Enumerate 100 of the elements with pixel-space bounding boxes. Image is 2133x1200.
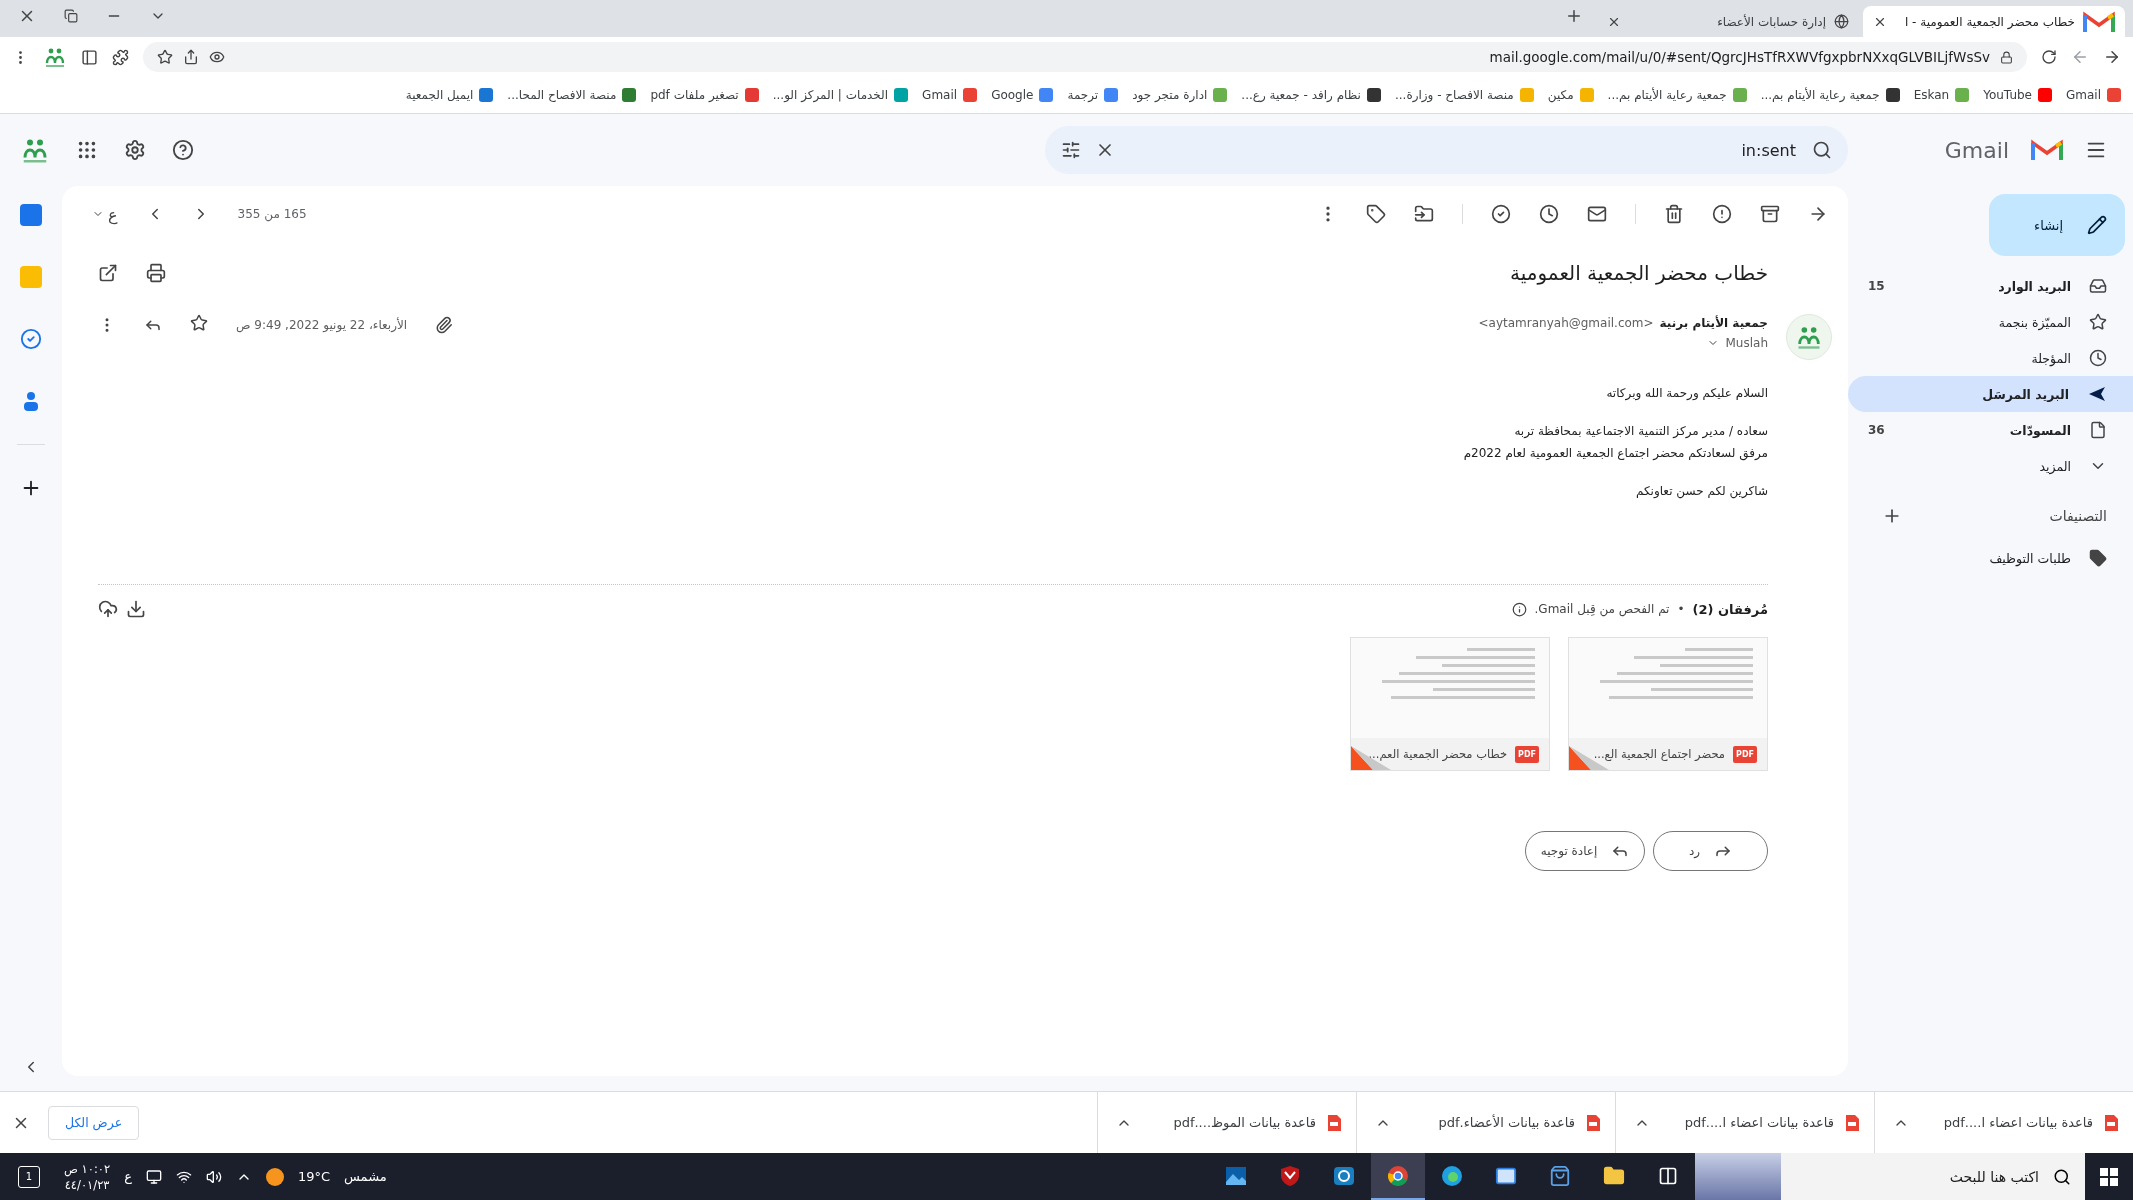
filter-icon[interactable] <box>1061 140 1081 160</box>
compose-button[interactable]: إنشاء <box>1989 194 2125 256</box>
info-icon[interactable] <box>1511 601 1527 617</box>
apps-grid-icon[interactable] <box>76 139 98 161</box>
bookmark[interactable]: منصة الافصاح - وزارة... <box>1394 88 1534 102</box>
temperature: 19°C <box>297 1169 331 1184</box>
print-icon[interactable] <box>146 263 166 283</box>
m-logo-icon <box>2083 9 2115 34</box>
label-item[interactable]: طلبات التوظيف <box>1848 540 2133 576</box>
scan-note: تم الفحص من قِبل Gmail. <box>1534 602 1670 616</box>
product-name: Gmail <box>1944 137 2009 163</box>
clock-icon[interactable] <box>1539 204 1559 224</box>
mail-icon[interactable] <box>1587 204 1607 224</box>
bookmark[interactable]: نظام رافد - جمعية رع... <box>1241 88 1381 102</box>
search-bar[interactable]: in:sent <box>1045 126 1848 174</box>
pager-text: 165 من 355 <box>237 207 307 221</box>
bookmark[interactable]: ترجمة <box>1067 88 1119 102</box>
bookmark[interactable]: تصغير ملفات pdf <box>650 88 759 102</box>
restore-icon[interactable] <box>64 8 78 23</box>
bookmark[interactable]: ايميل الجمعية <box>405 88 494 102</box>
star-icon[interactable] <box>190 314 208 332</box>
body-text: السلام عليكم ورحمة الله وبركاته <box>1605 386 1768 400</box>
body-text: سعاده / مدير مركز التنمية الاجتماعية بمحافظة تربه <box>1513 424 1768 438</box>
move-icon[interactable] <box>1414 204 1434 224</box>
favicon-icon <box>622 88 637 102</box>
favicon-icon <box>1732 88 1747 102</box>
bookmark[interactable]: Google <box>991 88 1054 102</box>
eye-icon[interactable] <box>209 49 225 65</box>
bookmark[interactable]: YouTube <box>1983 88 2052 102</box>
taskbar-search-field[interactable]: اكتب هنا للبحث <box>1793 1167 2041 1186</box>
notification-button[interactable]: 1 <box>18 1165 40 1188</box>
back-icon[interactable] <box>2103 48 2121 66</box>
reload-icon[interactable] <box>2041 49 2057 65</box>
nav-item[interactable]: المميّزة بنجمة <box>1848 304 2133 340</box>
search-icon[interactable] <box>1812 140 1832 160</box>
favicon-icon <box>1104 88 1119 102</box>
shopping-bag-icon[interactable] <box>1549 1164 1571 1187</box>
favicon-icon <box>479 88 494 102</box>
address-bar[interactable]: mail.google.com/mail/u/0/#sent/QgrcJHsTfRXWVfgxpbrNXxqGLVBILjfWsSv <box>143 42 2027 72</box>
pdf-file-icon <box>2103 1113 2119 1132</box>
volume-icon[interactable] <box>205 1168 222 1185</box>
bookmark[interactable]: جمعية رعاية الأيتام بم... <box>1607 88 1747 102</box>
taskbar-search-bar[interactable]: اكتب هنا للبحث <box>1695 1153 2085 1200</box>
search-icon <box>2053 1167 2071 1186</box>
delete-icon[interactable] <box>1664 204 1684 224</box>
bookmark[interactable]: الخدمات | المركز الو... <box>772 88 909 102</box>
show-all-button[interactable]: عرض الكل <box>48 1105 140 1140</box>
add-task-icon[interactable] <box>1491 204 1511 224</box>
browser-tab[interactable]: خطاب محضر الجمعية العمومية - ا <box>1863 6 2125 37</box>
bookmark[interactable]: Gmail <box>2066 88 2121 102</box>
spam-icon[interactable] <box>1712 204 1732 224</box>
search-field[interactable]: in:sent <box>1129 139 1798 161</box>
shield-icon[interactable] <box>1278 1163 1302 1188</box>
bookmark[interactable]: جمعية رعاية الأيتام بم... <box>1760 88 1900 102</box>
help-icon[interactable] <box>172 139 194 161</box>
bookmark[interactable]: مكين <box>1547 88 1594 102</box>
bookmark[interactable]: ادارة متجر جود <box>1132 88 1228 102</box>
bookmark[interactable]: Eskan <box>1913 88 1970 102</box>
forward-icon[interactable] <box>2071 48 2089 66</box>
nav-item[interactable]: البريد المرسَل <box>1848 376 2133 412</box>
recipient: Muslah <box>1725 336 1768 350</box>
reply-button[interactable]: رد <box>1653 831 1768 871</box>
globe-icon <box>1834 14 1849 29</box>
browser-tab[interactable]: إدارة حسابات الأعضاء <box>1597 6 1859 37</box>
sender-name: جمعية الأيتام برنية <box>1659 316 1768 330</box>
favicon-icon <box>1039 88 1054 102</box>
body-text: شاكرين لكم حسن تعاونكم <box>1634 484 1768 498</box>
nav-item[interactable]: المؤجلة <box>1848 340 2133 376</box>
star-icon[interactable] <box>157 49 173 65</box>
paperclip-icon <box>435 316 454 334</box>
m-logo-icon <box>2031 138 2063 162</box>
download-icon[interactable] <box>126 599 146 619</box>
settings-icon[interactable] <box>124 139 146 161</box>
folder-icon[interactable] <box>1603 1164 1625 1187</box>
forward-button[interactable]: إعادة توجيه <box>1525 831 1645 871</box>
bookmark[interactable]: Gmail <box>922 88 978 102</box>
archive-icon[interactable] <box>1760 204 1780 224</box>
message-subject: خطاب محضر الجمعية العمومية <box>1509 261 1768 285</box>
nav-item[interactable]: المزيد <box>1848 448 2133 484</box>
extensions-icon[interactable] <box>112 48 129 66</box>
label-icon[interactable] <box>1366 204 1386 224</box>
lock-icon <box>2000 50 2013 64</box>
favicon-icon <box>2107 88 2121 102</box>
clock-time: ١٠:٠٢ ص <box>64 1161 111 1176</box>
file-type-badge: PDF <box>1733 745 1757 763</box>
file-icon <box>2089 421 2107 439</box>
bookmark[interactable]: منصة الافصاح المحا... <box>507 88 637 102</box>
contacts-icon[interactable] <box>21 390 41 412</box>
clock-icon <box>2089 349 2107 367</box>
body-text: مرفق لسعادتكم محضر اجتماع الجمعية العمومية لعام 2022م <box>1462 446 1768 460</box>
task-view-icon[interactable] <box>1658 1165 1678 1186</box>
share-icon[interactable] <box>183 49 199 65</box>
tasks-icon[interactable] <box>20 328 42 350</box>
side-panel-icon[interactable] <box>81 48 98 66</box>
favicon-icon <box>1213 88 1228 102</box>
add-to-drive-icon[interactable] <box>98 599 118 619</box>
favicon-icon <box>894 88 909 102</box>
input-tool-button[interactable]: ع <box>92 204 118 224</box>
language-indicator[interactable]: ع <box>124 1169 132 1184</box>
new-window-icon[interactable] <box>98 263 118 283</box>
